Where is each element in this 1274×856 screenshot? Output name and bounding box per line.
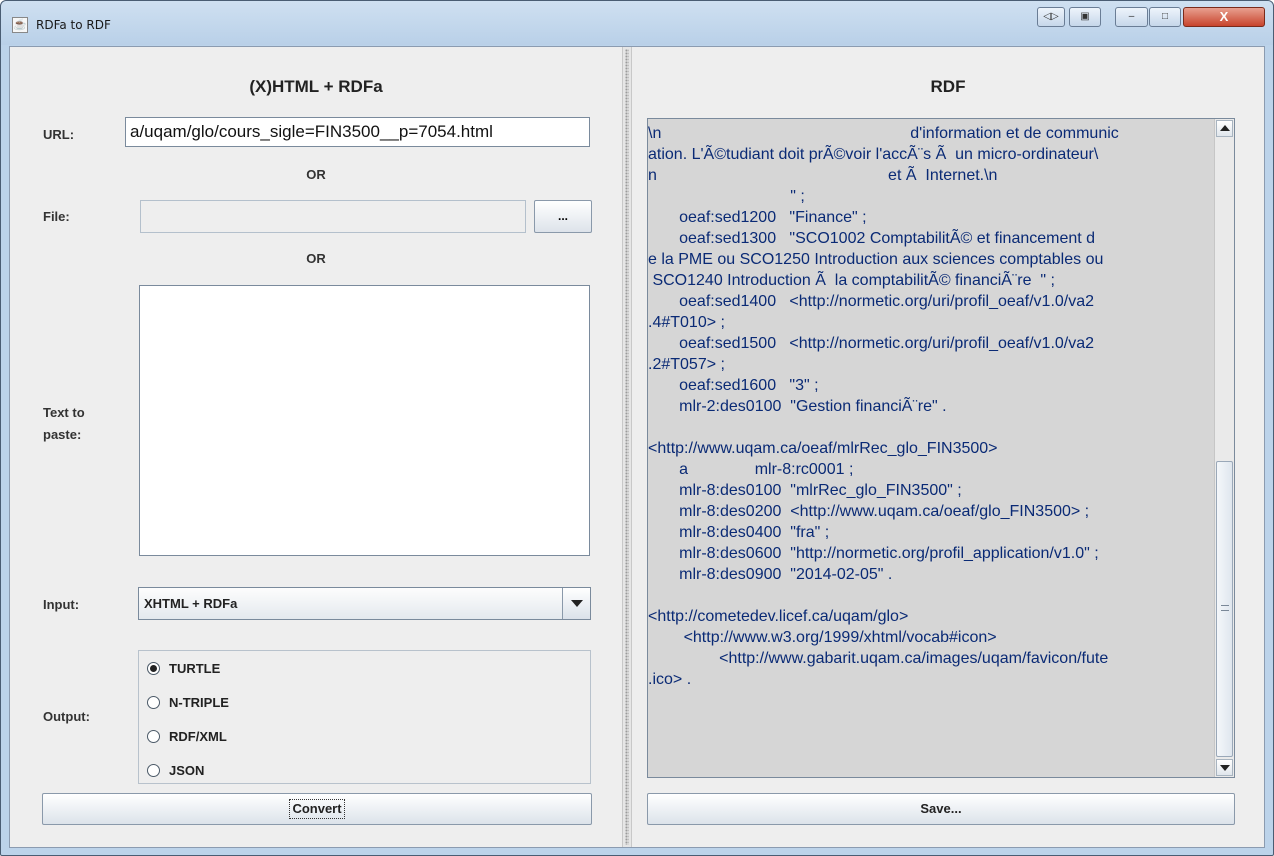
rdf-line: ation. L'Ã©tudiant doit prÃ©voir l'accÃ¨… <box>648 146 1099 163</box>
window-title: RDFa to RDF <box>36 18 111 32</box>
text-paste-label-line1: Text to <box>43 405 85 420</box>
rdf-line: oeaf:sed1600 "3" ; <box>648 377 819 394</box>
save-button[interactable]: Save... <box>647 793 1235 825</box>
text-paste-area[interactable] <box>139 285 590 556</box>
scroll-thumb[interactable] <box>1216 461 1233 757</box>
radio-option-json[interactable]: JSON <box>147 760 204 780</box>
input-format-value: XHTML + RDFa <box>144 596 238 611</box>
browse-file-button[interactable]: ... <box>534 200 592 233</box>
close-icon: X <box>1219 9 1229 24</box>
rdf-line: .4#T010> ; <box>648 314 725 331</box>
output-panel: RDF \n d'information et de communic ation… <box>632 47 1264 847</box>
rdf-line: \n d'information et de communic <box>648 125 1119 142</box>
radio-label: N-TRIPLE <box>169 694 229 710</box>
input-heading: (X)HTML + RDFa <box>249 77 383 96</box>
convert-button[interactable]: Convert <box>42 793 592 825</box>
input-format-select[interactable]: XHTML + RDFa <box>138 587 591 620</box>
or-separator-2: OR <box>306 251 326 266</box>
java-cup-icon: ☕ <box>12 17 28 33</box>
rdf-output-area[interactable]: \n d'information et de communic ation. L'… <box>647 118 1235 778</box>
rdf-line: n et Ã Internet.\n <box>648 167 998 184</box>
rdf-line: e la PME ou SCO1250 Introduction aux sci… <box>648 251 1104 268</box>
radio-option-n-triple[interactable]: N-TRIPLE <box>147 692 229 712</box>
radio-label: RDF/XML <box>169 728 227 744</box>
scroll-up-icon[interactable] <box>1216 120 1233 137</box>
vertical-scrollbar[interactable] <box>1214 119 1234 777</box>
scroll-down-icon[interactable] <box>1216 759 1233 776</box>
dock-icon: ▣ <box>1080 11 1090 22</box>
rdf-line: <http://cometedev.licef.ca/uqam/glo> <box>648 608 909 625</box>
rdf-line: oeaf:sed1200 "Finance" ; <box>648 209 867 226</box>
text-paste-label-line2: paste: <box>43 427 82 442</box>
radio-button-icon[interactable] <box>147 695 160 709</box>
rdf-line: a mlr-8:rc0001 ; <box>648 461 854 478</box>
rdf-line: mlr-8:des0200 <http://www.uqam.ca/oeaf/g… <box>648 503 1090 520</box>
grip-icon <box>1221 605 1229 611</box>
arrange-icon: ◁▷ <box>1043 11 1059 22</box>
rdf-line <box>648 417 1214 438</box>
rdf-line: SCO1240 Introduction Ã la comptabilitÃ© … <box>648 272 1055 289</box>
dock-button[interactable]: ▣ <box>1069 7 1101 27</box>
input-panel: (X)HTML + RDFa URL: a/uqam/glo/cours_sig… <box>10 47 622 847</box>
output-format-label: Output: <box>43 709 90 724</box>
url-label: URL: <box>43 127 75 142</box>
chevron-down-icon[interactable] <box>562 588 590 619</box>
minimize-icon: – <box>1128 11 1135 22</box>
rdf-output-text: \n d'information et de communic ation. L'… <box>648 123 1214 690</box>
output-format-group: TURTLE N-TRIPLE RDF/XML JSON <box>138 650 591 784</box>
rdf-line: mlr-8:des0100 "mlrRec_glo_FIN3500" ; <box>648 482 962 499</box>
radio-button-icon[interactable] <box>147 729 160 743</box>
splitter-grip <box>625 49 629 845</box>
or-separator-1: OR <box>306 167 326 182</box>
rdf-line: mlr-2:des0100 "Gestion financiÃ¨re" . <box>648 398 947 415</box>
rdf-line: oeaf:sed1400 <http://normetic.org/uri/pr… <box>648 293 1095 310</box>
title-bar[interactable]: ☕ RDFa to RDF ◁▷ ▣ – □ X <box>1 1 1273 45</box>
rdf-line: .ico> . <box>648 671 692 688</box>
output-heading: RDF <box>930 77 966 96</box>
panel-splitter[interactable] <box>622 47 632 847</box>
rdf-line: " ; <box>648 188 805 205</box>
rdf-line: mlr-8:des0400 "fra" ; <box>648 524 830 541</box>
radio-label: JSON <box>169 762 205 778</box>
app-window: ☕ RDFa to RDF ◁▷ ▣ – □ X (X)HTML + RDFa … <box>0 0 1274 856</box>
radio-button-icon[interactable] <box>147 763 160 777</box>
rdf-line <box>648 585 1214 606</box>
url-input[interactable]: a/uqam/glo/cours_sigle=FIN3500__p=7054.h… <box>125 117 590 147</box>
client-area: (X)HTML + RDFa URL: a/uqam/glo/cours_sig… <box>9 46 1265 848</box>
rdf-line: <http://www.w3.org/1999/xhtml/vocab#icon… <box>648 629 997 646</box>
file-label: File: <box>43 209 70 224</box>
radio-option-turtle[interactable]: TURTLE <box>147 658 220 678</box>
arrange-button[interactable]: ◁▷ <box>1037 7 1065 27</box>
rdf-line: mlr-8:des0900 "2014-02-05" . <box>648 566 893 583</box>
radio-option-rdf-xml[interactable]: RDF/XML <box>147 726 227 746</box>
radio-label: TURTLE <box>169 660 221 676</box>
maximize-button[interactable]: □ <box>1149 7 1181 27</box>
minimize-button[interactable]: – <box>1115 7 1148 27</box>
rdf-line: mlr-8:des0600 "http://normetic.org/profi… <box>648 545 1099 562</box>
radio-button-icon[interactable] <box>147 661 160 675</box>
close-button[interactable]: X <box>1183 7 1265 27</box>
convert-label: Convert <box>289 799 345 819</box>
rdf-line: <http://www.uqam.ca/oeaf/mlrRec_glo_FIN3… <box>648 440 998 457</box>
rdf-line: <http://www.gabarit.uqam.ca/images/uqam/… <box>648 650 1109 667</box>
rdf-line: .2#T057> ; <box>648 356 725 373</box>
input-format-label: Input: <box>43 597 80 612</box>
maximize-icon: □ <box>1161 11 1169 22</box>
rdf-line: oeaf:sed1500 <http://normetic.org/uri/pr… <box>648 335 1095 352</box>
file-path-input[interactable] <box>140 200 526 233</box>
rdf-line: oeaf:sed1300 "SCO1002 ComptabilitÃ© et f… <box>648 230 1096 247</box>
